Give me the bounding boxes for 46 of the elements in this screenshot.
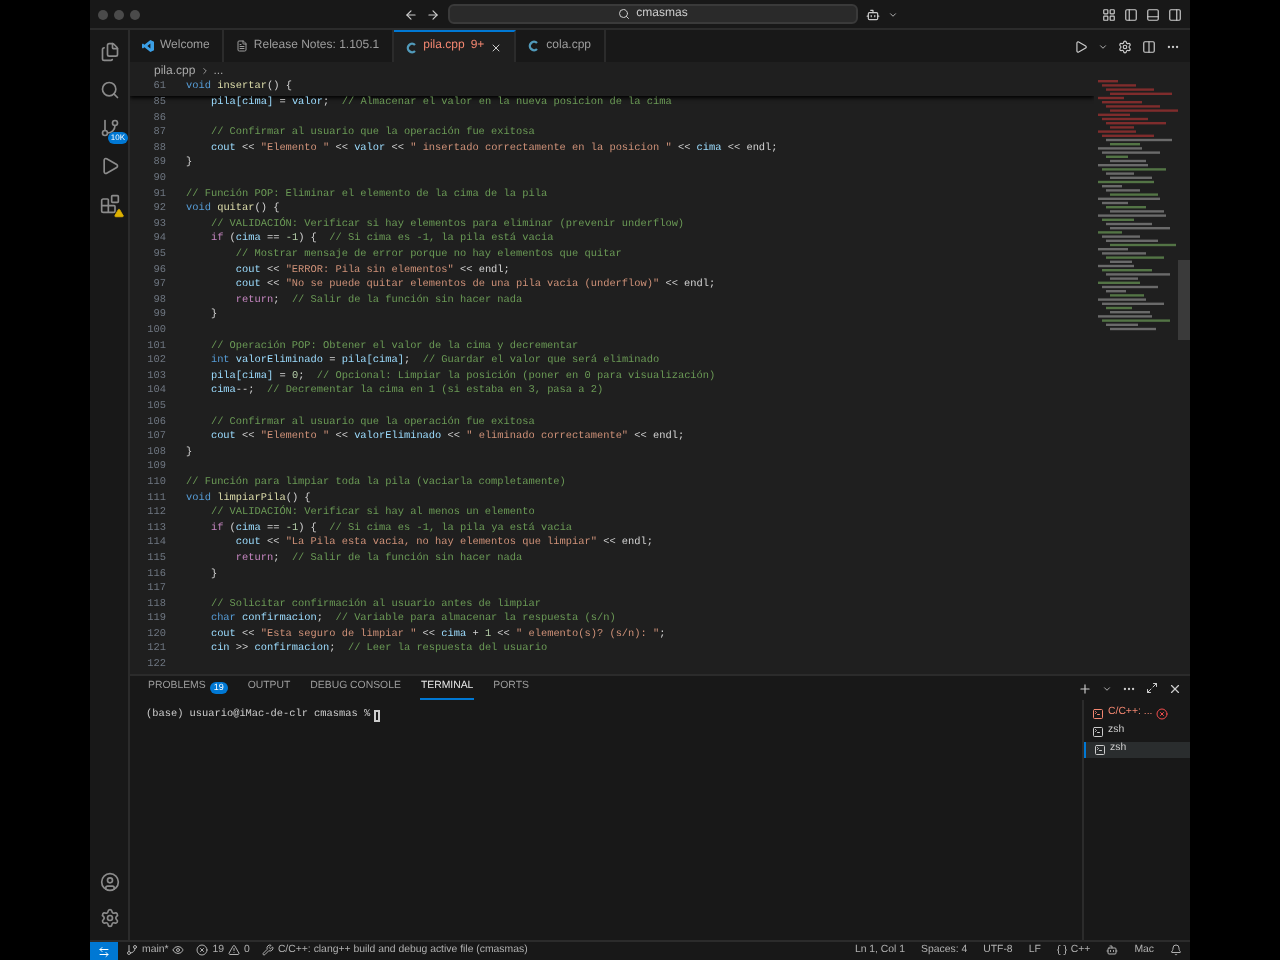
account-icon[interactable] (99, 872, 119, 892)
terminal-icon (1092, 708, 1104, 720)
split-editor-icon[interactable] (1142, 39, 1156, 53)
terminal-icon (1094, 744, 1106, 756)
branch-icon[interactable] (99, 118, 119, 138)
terminal-cursor (374, 709, 381, 721)
settings-icon[interactable] (1118, 39, 1132, 53)
blocks-icon[interactable] (99, 194, 119, 214)
terminal-icon (1092, 726, 1104, 738)
back-icon[interactable] (404, 7, 418, 21)
close-icon[interactable] (490, 41, 503, 53)
chevron-icon (199, 66, 210, 76)
play-icon[interactable] (99, 156, 119, 176)
bell-icon[interactable] (1170, 944, 1182, 957)
forward-icon[interactable] (426, 7, 440, 21)
remote-icon (98, 945, 110, 957)
settings-icon[interactable] (99, 908, 119, 928)
files-icon[interactable] (99, 42, 119, 62)
panel-left-icon[interactable] (1124, 7, 1138, 21)
panel-right-icon[interactable] (1168, 7, 1182, 21)
eye-icon[interactable] (172, 944, 185, 957)
editor-logo-icon (142, 40, 154, 52)
error-icon (196, 944, 209, 957)
close-icon[interactable] (1168, 681, 1182, 695)
caret-icon[interactable] (888, 9, 898, 19)
assistant-icon[interactable] (1106, 944, 1119, 957)
warning-icon (228, 944, 241, 957)
file-type-icon (405, 41, 418, 53)
braces-icon (1056, 944, 1069, 957)
assistant-icon[interactable] (866, 7, 880, 21)
caret-icon[interactable] (1102, 683, 1112, 693)
remote-button[interactable] (90, 942, 118, 960)
run-icon[interactable] (1074, 39, 1088, 53)
scrollbar-thumb[interactable] (1178, 260, 1190, 340)
wrench-icon (261, 944, 274, 957)
warning-icon (113, 208, 123, 218)
layout-icon[interactable] (1102, 7, 1116, 21)
search-icon (618, 8, 631, 20)
caret-icon[interactable] (1098, 41, 1108, 51)
document-icon (235, 40, 248, 52)
file-type-icon (528, 40, 541, 52)
error-icon (1156, 708, 1169, 720)
branch-icon (126, 944, 138, 957)
search-icon[interactable] (99, 80, 119, 100)
panel-bottom-icon[interactable] (1146, 7, 1160, 21)
plus-icon[interactable] (1078, 681, 1092, 695)
